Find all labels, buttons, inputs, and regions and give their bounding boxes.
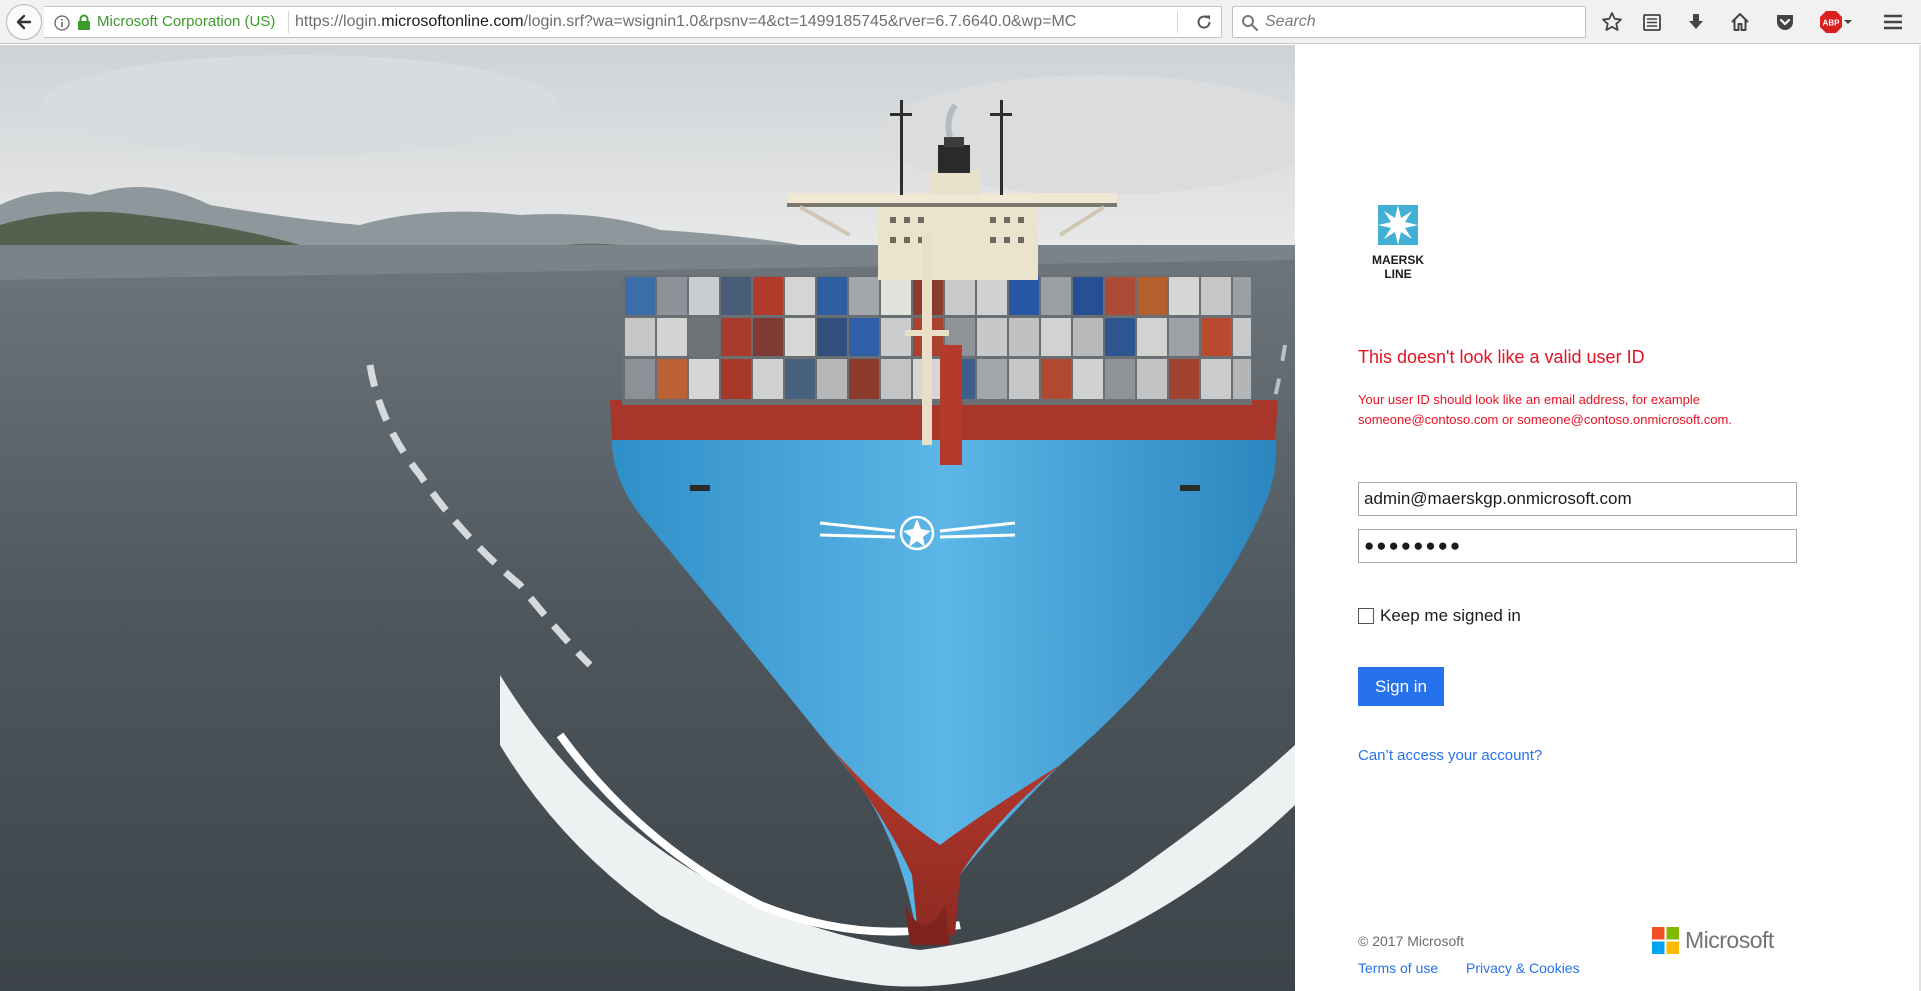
- bookmarks-library-icon[interactable]: [1639, 9, 1665, 35]
- keep-signed-in-label[interactable]: Keep me signed in: [1380, 606, 1521, 626]
- sign-in-button[interactable]: Sign in: [1358, 667, 1444, 706]
- url-separator-right: [1177, 11, 1178, 33]
- reload-icon[interactable]: [1195, 13, 1213, 31]
- pocket-icon[interactable]: [1772, 9, 1798, 35]
- username-input[interactable]: admin@maerskgp.onmicrosoft.com: [1358, 482, 1797, 516]
- microsoft-windows-logo-icon: [1652, 927, 1679, 954]
- terms-of-use-link[interactable]: Terms of use: [1358, 960, 1438, 976]
- password-input[interactable]: ●●●●●●●●: [1358, 529, 1797, 563]
- url-text[interactable]: https://login.microsoftonline.com/login.…: [295, 7, 1195, 37]
- error-title: This doesn't look like a valid user ID: [1358, 347, 1645, 367]
- chevron-down-icon: [1844, 20, 1852, 24]
- adblock-plus-button[interactable]: ABP: [1816, 9, 1856, 35]
- url-separator: [288, 11, 289, 33]
- keep-signed-in-checkbox[interactable]: [1358, 608, 1374, 624]
- maersk-star-logo-icon: MAERSK LINE: [1372, 205, 1424, 281]
- container-rows: [625, 277, 1251, 399]
- cant-access-account-link[interactable]: Can’t access your account?: [1358, 747, 1542, 764]
- download-icon[interactable]: [1683, 9, 1709, 35]
- search-icon: [1242, 15, 1259, 32]
- signin-panel: MAERSK LINE This doesn't look like a val…: [1295, 45, 1921, 991]
- search-placeholder: Search: [1265, 13, 1316, 30]
- url-prefix: https://login.: [295, 13, 382, 30]
- privacy-cookies-link[interactable]: Privacy & Cookies: [1466, 960, 1580, 976]
- url-host: microsoftonline.com: [381, 13, 524, 30]
- adblock-plus-icon: ABP: [1820, 11, 1842, 33]
- microsoft-logo: Microsoft: [1652, 927, 1774, 954]
- url-path: /login.srf?wa=wsignin1.0&rpsnv=4&ct=1499…: [523, 13, 1077, 30]
- bookmark-star-icon[interactable]: [1599, 9, 1625, 35]
- keep-signed-in[interactable]: Keep me signed in: [1358, 606, 1521, 626]
- error-message: Your user ID should look like an email a…: [1358, 390, 1788, 430]
- url-bar[interactable]: Microsoft Corporation (US) https://login…: [44, 6, 1222, 38]
- search-bar[interactable]: Search: [1232, 6, 1586, 38]
- copyright-text: © 2017 Microsoft: [1358, 933, 1465, 949]
- background-image-container-ship: [0, 45, 1295, 991]
- lock-icon: [78, 14, 90, 30]
- container-ship-illustration: [0, 45, 1295, 991]
- home-icon[interactable]: [1727, 9, 1753, 35]
- error-message-line1: Your user ID should look like an email a…: [1358, 392, 1701, 407]
- logo-text-line2: LINE: [1384, 267, 1411, 281]
- maersk-line-logo: MAERSK LINE: [1365, 205, 1431, 285]
- microsoft-wordmark: Microsoft: [1685, 927, 1774, 953]
- browser-toolbar: Microsoft Corporation (US) https://login…: [0, 0, 1921, 44]
- logo-text-line1: MAERSK: [1372, 253, 1424, 267]
- back-button[interactable]: [6, 4, 42, 40]
- site-identity-label[interactable]: Microsoft Corporation (US): [97, 7, 275, 37]
- info-icon[interactable]: [54, 15, 70, 31]
- menu-hamburger-icon[interactable]: [1880, 9, 1906, 35]
- back-arrow-icon: [16, 14, 32, 30]
- error-message-line2: someone@contoso.com or someone@contoso.o…: [1358, 412, 1732, 427]
- adblock-badge-text: ABP: [1823, 19, 1841, 28]
